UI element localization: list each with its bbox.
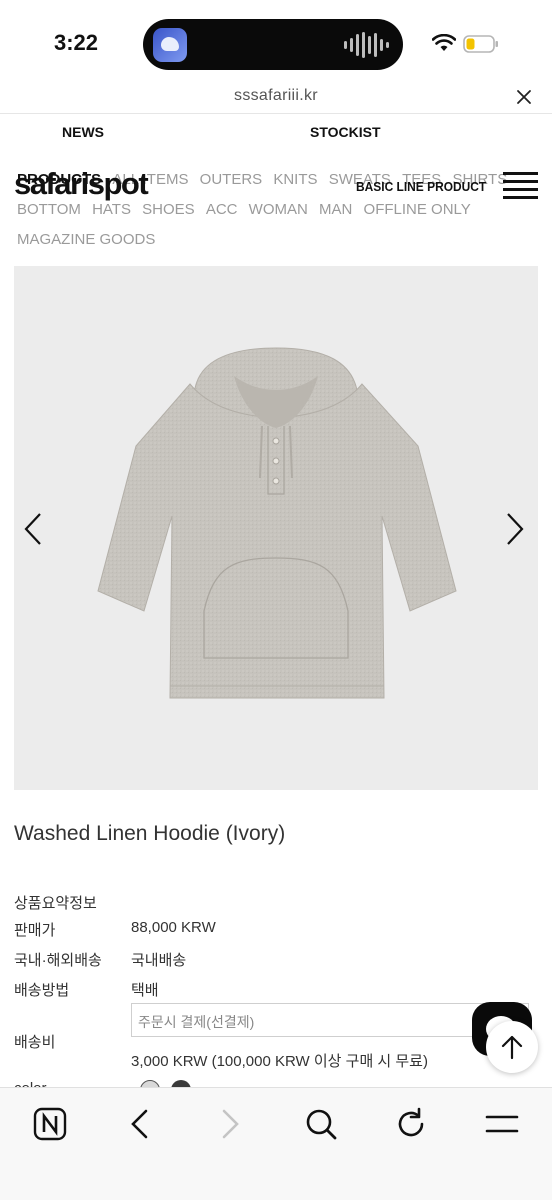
shipping-fee-label: 배송비: [14, 1034, 56, 1051]
category-woman[interactable]: WOMAN: [249, 195, 308, 225]
naver-icon[interactable]: [32, 1106, 68, 1142]
back-icon[interactable]: [122, 1106, 158, 1142]
scroll-top-button[interactable]: [486, 1021, 538, 1073]
close-icon[interactable]: [514, 87, 534, 107]
category-magazine-goods[interactable]: MAGAZINE GOODS: [17, 225, 155, 255]
category-outers[interactable]: OUTERS: [200, 165, 263, 195]
arrow-up-icon: [501, 1035, 523, 1060]
search-icon[interactable]: [303, 1106, 339, 1142]
previous-image-arrow-icon[interactable]: [22, 512, 44, 546]
category-acc[interactable]: ACC: [206, 195, 238, 225]
shipping-method-label: 배송방법: [14, 982, 70, 999]
basic-line-link[interactable]: BASIC LINE PRODUCT: [356, 179, 486, 194]
battery-icon: [463, 35, 498, 53]
shipping-fee-value: 3,000 KRW (100,000 KRW 이상 구매 시 무료): [131, 1053, 428, 1070]
url-text[interactable]: sssafariii.kr: [0, 87, 552, 105]
category-offline-only[interactable]: OFFLINE ONLY: [364, 195, 471, 225]
status-bar: 3:22: [0, 0, 552, 88]
next-image-arrow-icon[interactable]: [504, 512, 526, 546]
summary-heading: 상품요약정보: [14, 895, 97, 912]
browser-toolbar: [0, 1087, 552, 1200]
shipping-payment-select[interactable]: 주문시 결제(선결제): [131, 1003, 529, 1037]
shipping-method-value: 택배: [131, 982, 159, 999]
shipping-region-label: 국내·해외배송: [14, 952, 102, 969]
menu-icon[interactable]: [484, 1106, 520, 1142]
forward-icon[interactable]: [212, 1106, 248, 1142]
site-logo[interactable]: safarispot: [14, 166, 149, 202]
app-icon: [153, 28, 187, 62]
reload-icon[interactable]: [393, 1106, 429, 1142]
hoodie-image: [97, 347, 457, 699]
status-time: 3:22: [54, 30, 99, 55]
price-value: 88,000 KRW: [131, 919, 216, 936]
url-bar[interactable]: sssafariii.kr: [0, 80, 552, 114]
wifi-icon: [432, 34, 456, 51]
price-label: 판매가: [14, 922, 56, 939]
shipping-region-value: 국내배송: [131, 952, 187, 969]
nav-news[interactable]: NEWS: [62, 124, 104, 140]
category-man[interactable]: MAN: [319, 195, 352, 225]
product-image[interactable]: [14, 266, 538, 790]
category-knits[interactable]: KNITS: [273, 165, 317, 195]
nav-stockist[interactable]: STOCKIST: [310, 124, 381, 140]
product-title: Washed Linen Hoodie (Ivory): [14, 822, 286, 845]
audio-waveform-icon: [344, 32, 389, 58]
category-shoes[interactable]: SHOES: [142, 195, 195, 225]
hamburger-icon[interactable]: [503, 172, 538, 200]
dynamic-island[interactable]: [143, 19, 403, 70]
